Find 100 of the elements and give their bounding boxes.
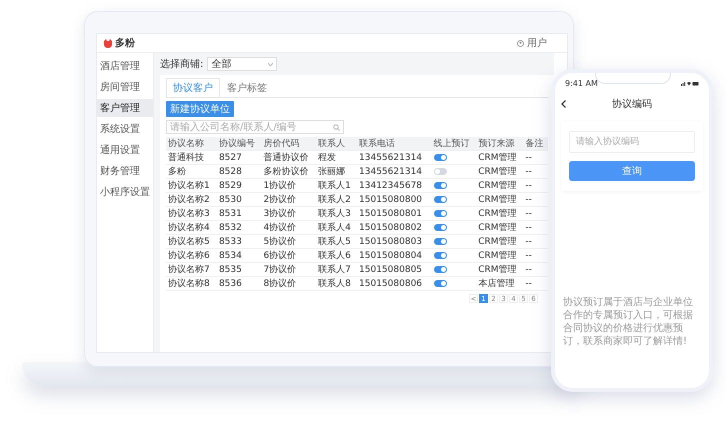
table-cell: 1协议价 (262, 178, 316, 192)
table-cell: 多粉协议价 (262, 164, 316, 178)
search-field[interactable]: 请输入公司名称/联系人/编号 (166, 120, 344, 134)
table-cell: 协议名称7 (166, 262, 217, 276)
table-cell: -- (523, 192, 548, 206)
table-cell: 联系人2 (316, 192, 358, 206)
sidebar-item[interactable]: 酒店管理 (97, 57, 153, 75)
status-icons (681, 80, 699, 86)
table-cell: 8534 (216, 248, 262, 262)
page-title: 协议编码 (612, 98, 652, 111)
table-cell: 15015080804 (357, 248, 432, 262)
table-cell: 8协议价 (262, 276, 316, 290)
back-icon[interactable] (561, 100, 566, 108)
table-cell: 联系人1 (316, 178, 358, 192)
sidebar-item[interactable]: 系统设置 (97, 120, 153, 138)
table-cell: -- (523, 234, 548, 248)
table-cell: 联系人6 (316, 248, 358, 262)
table-cell: 协议名称1 (166, 178, 217, 192)
column-header: 协议名称 (166, 137, 217, 150)
column-header: 线上预订 (432, 137, 476, 150)
table-cell: 6协议价 (262, 248, 316, 262)
table-cell: 4协议价 (262, 220, 316, 234)
table-cell: 张丽娜 (316, 164, 358, 178)
toggle-switch[interactable] (434, 252, 447, 259)
table-cell: CRM管理 (476, 220, 524, 234)
table-cell: 7协议价 (262, 262, 316, 276)
new-button[interactable]: 新建协议单位 (166, 101, 234, 117)
tab[interactable]: 客户标签 (220, 78, 274, 97)
user-name[interactable]: 用户 (527, 36, 547, 50)
table-cell: CRM管理 (476, 150, 524, 164)
table-cell: -- (523, 164, 548, 178)
table-cell: 联系人5 (316, 234, 358, 248)
column-header: 联系电话 (357, 137, 432, 150)
store-dropdown[interactable]: 全部 (207, 57, 278, 71)
table-cell: 联系人8 (316, 276, 358, 290)
table-cell: 8530 (216, 192, 262, 206)
table-cell: 8536 (216, 276, 262, 290)
table-cell: -- (523, 206, 548, 220)
tab[interactable]: 协议客户 (166, 78, 220, 97)
sidebar-item[interactable]: 客户管理 (97, 99, 153, 117)
sidebar-item[interactable]: 小程序设置 (97, 183, 153, 201)
table-cell: 普通协议价 (262, 150, 316, 164)
query-button[interactable]: 查询 (569, 161, 695, 181)
table-cell: 联系人7 (316, 262, 358, 276)
logo-text: 多粉 (115, 36, 135, 50)
column-header: 备注 (523, 137, 548, 150)
table-cell: -- (523, 262, 548, 276)
search-icon (333, 124, 340, 130)
table-cell: 8533 (216, 234, 262, 248)
table-cell: 8531 (216, 206, 262, 220)
table-cell: 协议名称5 (166, 234, 217, 248)
table-cell: 8528 (216, 164, 262, 178)
table-cell: 8535 (216, 262, 262, 276)
info-text: 协议预订属于酒店与企业单位合作的专属预订入口，可根据合同协议的价格进行优惠预订，联系商家即可了解详情! (562, 296, 694, 348)
user-icon (517, 40, 524, 46)
table-cell: CRM管理 (476, 262, 524, 276)
table-cell: 协议名称6 (166, 248, 217, 262)
table-cell: 5协议价 (262, 234, 316, 248)
table-cell: 15015080806 (357, 276, 432, 290)
status-time: 9:41 AM (565, 78, 598, 88)
table-cell: CRM管理 (476, 164, 524, 178)
table-cell: 协议名称3 (166, 206, 217, 220)
table-cell: -- (523, 248, 548, 262)
sidebar-item[interactable]: 通用设置 (97, 141, 153, 159)
toggle-switch[interactable] (434, 238, 447, 245)
sidebar-item[interactable]: 财务管理 (97, 162, 153, 180)
table-cell: 15015080800 (357, 192, 432, 206)
code-input[interactable]: 请输入协议编码 (569, 131, 695, 153)
toggle-switch[interactable] (434, 196, 447, 203)
table-cell: CRM管理 (476, 178, 524, 192)
table-cell: 联系人4 (316, 220, 358, 234)
toggle-switch[interactable] (434, 280, 447, 287)
table-cell: 13455621314 (357, 164, 432, 178)
table-cell: 3协议价 (262, 206, 316, 220)
toggle-switch[interactable] (434, 168, 447, 175)
filter-label: 选择商铺: (160, 58, 204, 71)
table-cell: 协议名称2 (166, 192, 217, 206)
toggle-switch[interactable] (434, 210, 447, 217)
table-cell: 8527 (216, 150, 262, 164)
column-header: 预订来源 (476, 137, 524, 150)
table-cell: 8529 (216, 178, 262, 192)
caret-icon (268, 62, 274, 66)
table-cell: 13455621314 (357, 150, 432, 164)
logo-icon (103, 38, 113, 48)
sidebar-item[interactable]: 房间管理 (97, 78, 153, 96)
table-cell: 多粉 (166, 164, 217, 178)
table-cell: 15015080802 (357, 220, 432, 234)
table-cell: 本店管理 (476, 276, 524, 290)
toggle-switch[interactable] (434, 266, 447, 273)
table-cell: 8532 (216, 220, 262, 234)
table-cell: 15015080805 (357, 262, 432, 276)
table-cell: 15015080801 (357, 206, 432, 220)
toggle-switch[interactable] (434, 182, 447, 189)
table-cell: CRM管理 (476, 206, 524, 220)
toggle-switch[interactable] (434, 224, 447, 231)
toggle-switch[interactable] (434, 154, 447, 161)
table-cell: CRM管理 (476, 248, 524, 262)
table-cell: 程发 (316, 150, 358, 164)
table-cell: 15015080803 (357, 234, 432, 248)
column-header: 房价代码 (262, 137, 316, 150)
